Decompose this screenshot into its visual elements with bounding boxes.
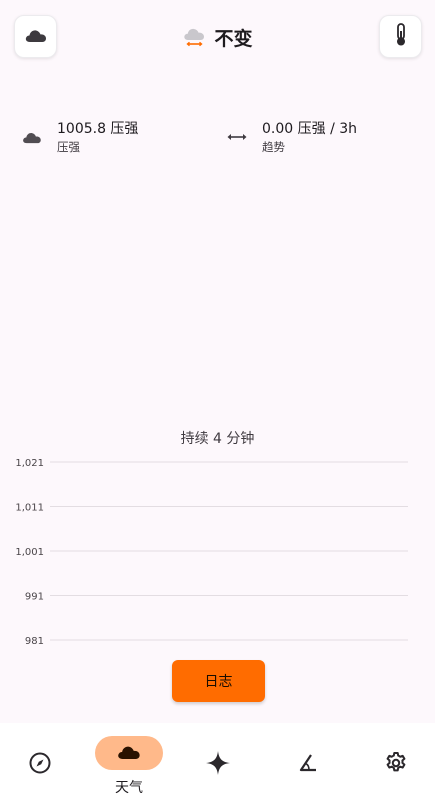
pressure-chart: 1,021 1,011 1,001 991 981 <box>15 458 408 647</box>
pressure-stat: 1005.8 压强 压强 <box>19 120 138 155</box>
log-button[interactable]: 日志 <box>172 660 265 702</box>
pressure-label: 压强 <box>57 140 80 154</box>
cloud-icon <box>116 743 142 764</box>
title-text: 不变 <box>214 28 253 50</box>
nav-item-navigation[interactable] <box>0 736 80 796</box>
angle-icon <box>297 752 319 778</box>
nav-label-weather: 天气 <box>115 780 143 796</box>
sparkle-icon <box>205 750 231 780</box>
cloud-icon <box>19 124 45 150</box>
y-tick-label: 991 <box>25 592 44 603</box>
thermometer-button[interactable] <box>379 15 422 58</box>
gear-icon <box>384 751 408 779</box>
y-tick-label: 1,011 <box>15 503 44 514</box>
trend-stat: 0.00 压强 / 3h 趋势 <box>224 120 357 155</box>
trend-value: 0.00 压强 / 3h <box>262 121 358 137</box>
nav-item-settings[interactable] <box>356 736 435 796</box>
pressure-value: 1005.8 压强 <box>57 121 139 137</box>
nav-item-astronomy[interactable] <box>178 736 258 796</box>
nav-item-weather[interactable]: 天气 <box>89 736 169 796</box>
y-tick-label: 981 <box>25 636 44 647</box>
cloud-steady-icon <box>182 25 208 51</box>
double-arrow-icon <box>224 124 250 150</box>
y-tick-label: 1,001 <box>15 547 44 558</box>
bottom-nav: 天气 <box>0 723 435 799</box>
trend-label: 趋势 <box>262 140 285 154</box>
page-title: 不变 <box>0 24 435 51</box>
compass-icon <box>28 751 52 779</box>
chart-title: 持续 4 分钟 <box>180 431 255 447</box>
thermometer-icon <box>394 22 408 51</box>
nav-item-inclinometer[interactable] <box>268 736 348 796</box>
y-tick-label: 1,021 <box>15 458 44 469</box>
